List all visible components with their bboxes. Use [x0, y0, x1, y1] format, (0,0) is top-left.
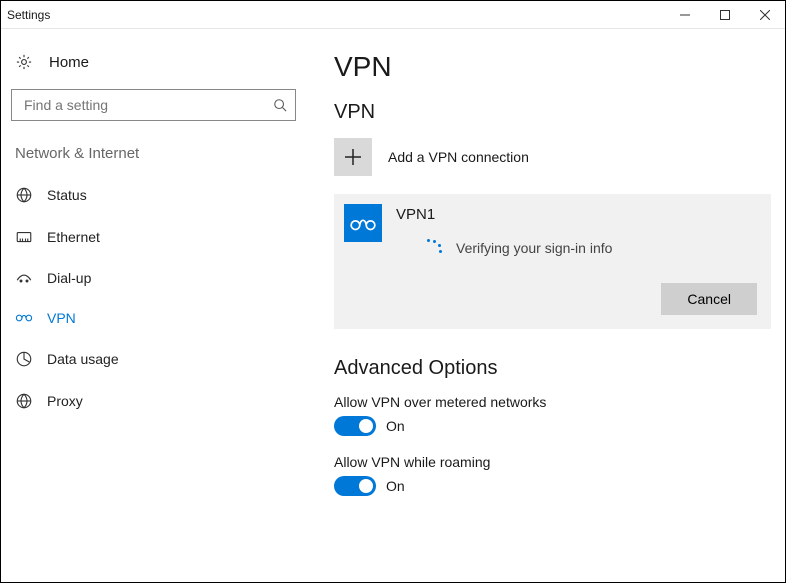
maximize-button[interactable] [705, 1, 745, 29]
sidebar-item-vpn[interactable]: VPN [11, 300, 296, 336]
vpn-status-text: Verifying your sign-in info [456, 240, 612, 256]
vpn-connection-icon [344, 204, 382, 242]
roaming-toggle[interactable] [334, 476, 376, 496]
sidebar-home-label: Home [49, 54, 89, 71]
add-vpn-row[interactable]: Add a VPN connection [334, 138, 771, 176]
metered-toggle-state: On [386, 418, 405, 434]
dialup-icon [15, 270, 33, 286]
main-content: VPN VPN Add a VPN connection VPN1 [306, 29, 785, 582]
titlebar: Settings [1, 1, 785, 29]
page-title: VPN [334, 51, 771, 83]
sidebar-item-status[interactable]: Status [11, 176, 296, 214]
sidebar-item-label: VPN [47, 310, 76, 326]
minimize-button[interactable] [665, 1, 705, 29]
status-icon [15, 186, 33, 204]
close-button[interactable] [745, 1, 785, 29]
window-title: Settings [7, 8, 665, 22]
sidebar-item-ethernet[interactable]: Ethernet [11, 218, 296, 256]
sidebar: Home Network & Internet Status [1, 29, 306, 582]
add-vpn-label: Add a VPN connection [388, 149, 529, 165]
data-usage-icon [15, 350, 33, 368]
section-title: VPN [334, 101, 771, 124]
ethernet-icon [15, 228, 33, 246]
spinner-icon [424, 239, 442, 257]
proxy-icon [15, 392, 33, 410]
metered-label: Allow VPN over metered networks [334, 394, 771, 410]
sidebar-item-label: Ethernet [47, 229, 100, 245]
plus-icon [334, 138, 372, 176]
roaming-label: Allow VPN while roaming [334, 454, 771, 470]
advanced-options-title: Advanced Options [334, 357, 771, 380]
sidebar-item-label: Proxy [47, 393, 83, 409]
search-field[interactable] [22, 96, 273, 114]
sidebar-home[interactable]: Home [11, 47, 296, 89]
sidebar-item-label: Status [47, 187, 87, 203]
sidebar-item-dialup[interactable]: Dial-up [11, 260, 296, 296]
gear-icon [15, 53, 33, 71]
sidebar-item-datausage[interactable]: Data usage [11, 340, 296, 378]
sidebar-category: Network & Internet [15, 145, 296, 162]
roaming-toggle-state: On [386, 478, 405, 494]
sidebar-item-proxy[interactable]: Proxy [11, 382, 296, 420]
search-input[interactable] [11, 89, 296, 121]
sidebar-item-label: Dial-up [47, 270, 91, 286]
vpn-connection-name: VPN1 [396, 204, 757, 223]
vpn-connection-card[interactable]: VPN1 Verifying your sign-in info Cancel [334, 194, 771, 329]
vpn-icon [15, 311, 33, 325]
cancel-button[interactable]: Cancel [661, 283, 757, 315]
sidebar-item-label: Data usage [47, 351, 119, 367]
search-icon [273, 98, 287, 112]
metered-toggle[interactable] [334, 416, 376, 436]
